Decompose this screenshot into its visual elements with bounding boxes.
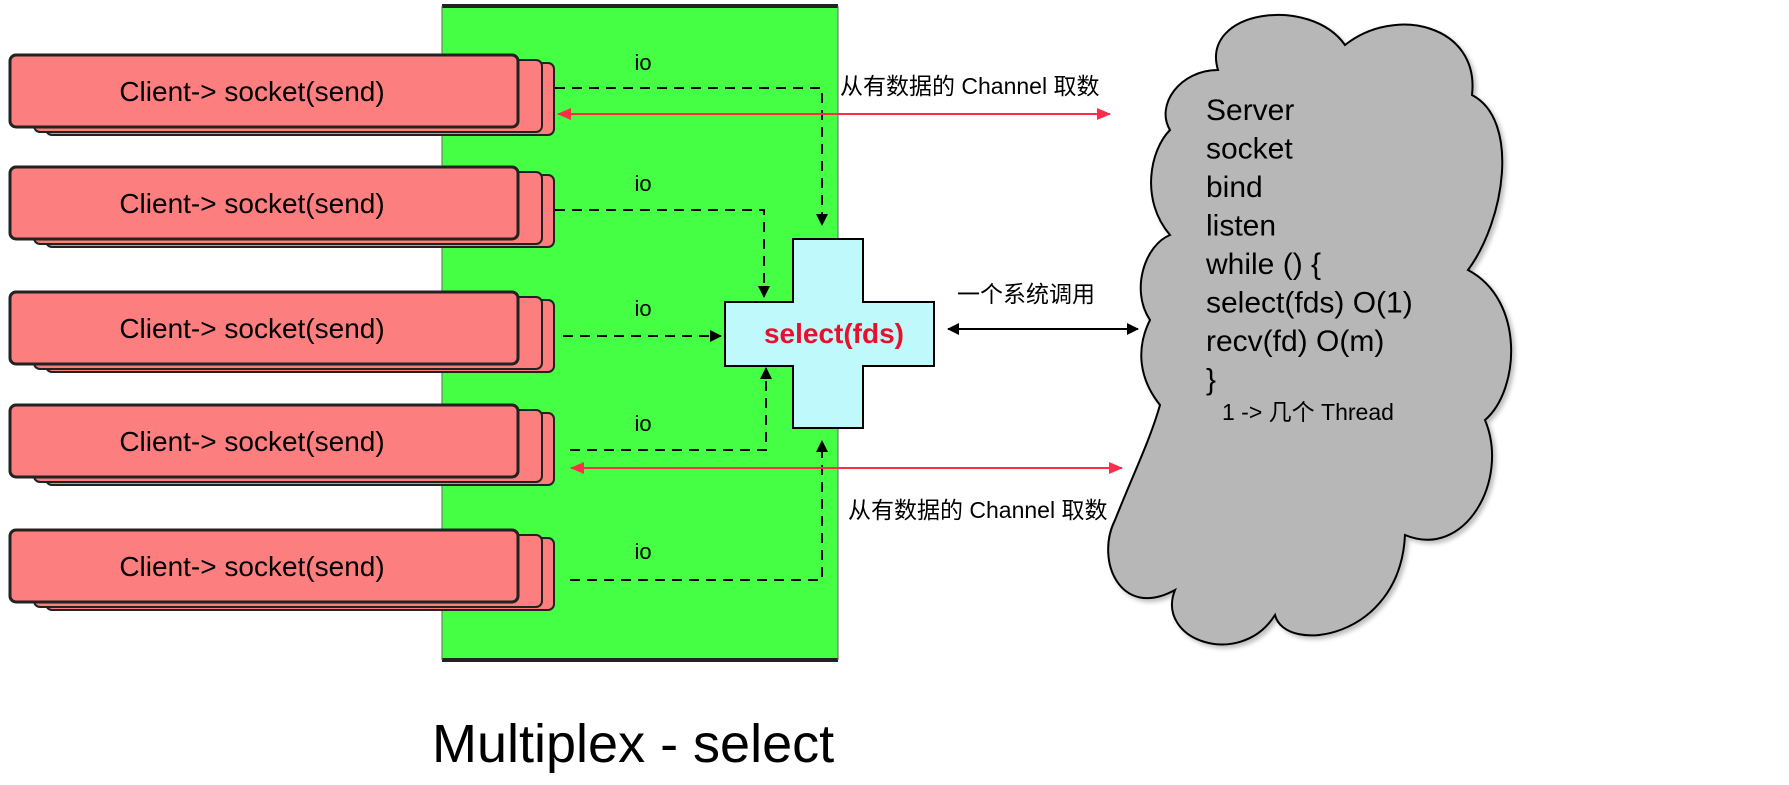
select-label: select(fds)	[764, 318, 904, 349]
fetch-label-top: 从有数据的 Channel 取数	[840, 73, 1099, 99]
multiplex-select-diagram: Client-> socket(send) io Client-> socket(s…	[8, 4, 1513, 774]
client-label: Client-> socket(send)	[119, 76, 384, 107]
client-label: Client-> socket(send)	[119, 426, 384, 457]
server-code-line: listen	[1206, 210, 1276, 243]
syscall-label: 一个系统调用	[957, 281, 1095, 307]
fetch-label-bottom: 从有数据的 Channel 取数	[848, 497, 1107, 523]
server-code-line: socket	[1206, 133, 1293, 166]
diagram-title: Multiplex - select	[432, 714, 834, 774]
server-code-line: select(fds) O(1)	[1206, 287, 1413, 320]
io-label: io	[634, 411, 651, 436]
client-label: Client-> socket(send)	[119, 551, 384, 582]
io-label: io	[634, 539, 651, 564]
io-label: io	[634, 50, 651, 75]
io-label: io	[634, 296, 651, 321]
io-label: io	[634, 171, 651, 196]
client-label: Client-> socket(send)	[119, 188, 384, 219]
server-code-line: recv(fd) O(m)	[1206, 325, 1384, 358]
server-note: 1 -> 几个 Thread	[1222, 399, 1394, 425]
server-code-line: while () {	[1205, 248, 1321, 281]
server-code-line: bind	[1206, 171, 1263, 204]
client-label: Client-> socket(send)	[119, 313, 384, 344]
server-code-line: Server	[1206, 94, 1294, 127]
server-code-line: }	[1206, 364, 1216, 397]
